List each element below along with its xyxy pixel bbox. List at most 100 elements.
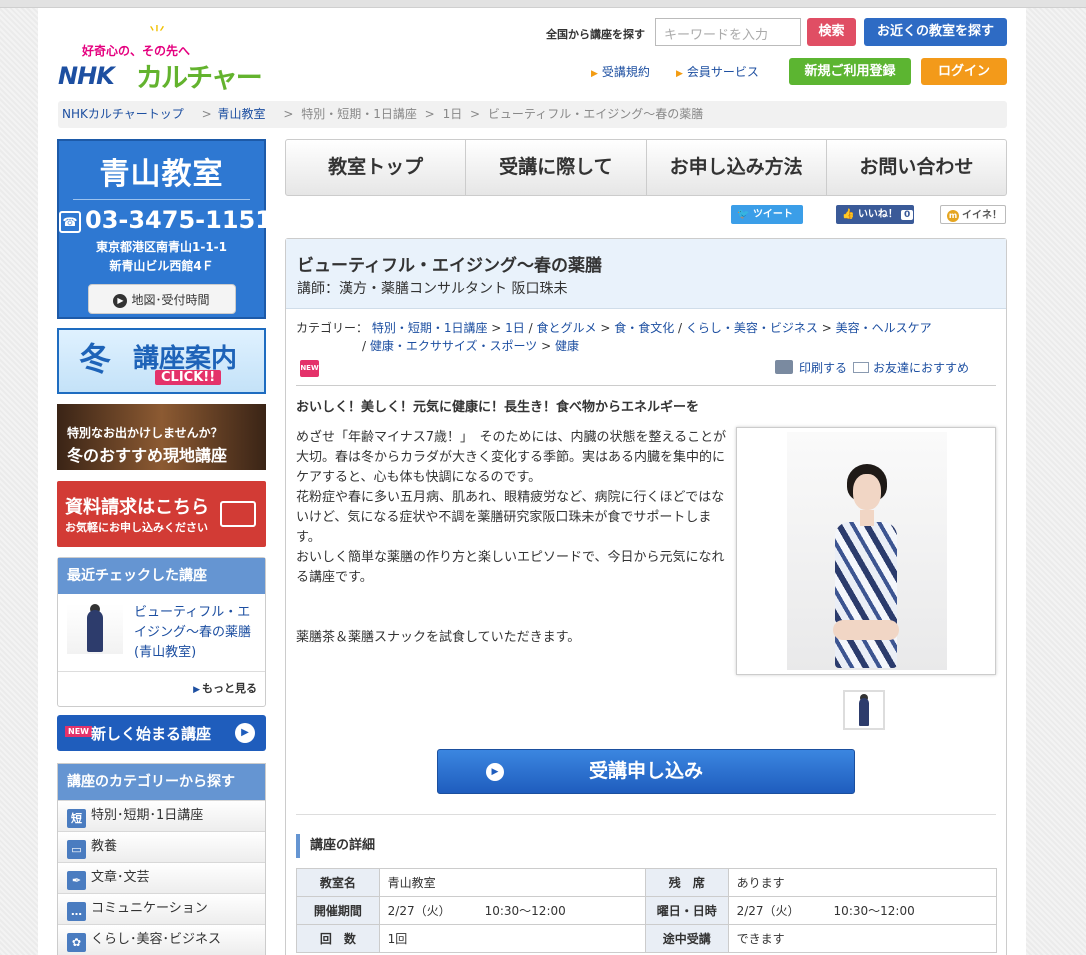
category-link[interactable]: 特別・短期・1日講座 [372,321,488,335]
apply-button[interactable]: ▶ 受講申し込み [437,749,855,794]
description-paragraph: めざせ「年齢マイナス7歳！」 そのためには、内臓の状態を整えることが大切。春は冬… [296,430,727,485]
table-value: 2/27（火） 10:30～12:00 [378,896,646,925]
recent-course-thumbnail[interactable] [67,604,123,654]
tweet-button[interactable]: 🐦 ツイート [731,205,803,224]
trip-banner-line1: 特別なお出かけしませんか？ [67,426,223,440]
address-line: 新青山ビル西館4Ｆ [109,259,214,273]
map-hours-button[interactable]: ▶ 地図･受付時間 [87,284,236,314]
table-key: 教室名 [296,868,380,897]
category-item[interactable]: 短特別･短期･1日講座 [58,800,265,831]
iine-label: イイネ！ [962,210,1002,221]
breadcrumb-item: 1日 [442,107,463,121]
day-time: 10:30～12:00 [833,904,915,918]
winter-courses-banner[interactable]: 冬 講座案内 CLICK!! [57,328,266,394]
new-courses-label: 新しく始まる講座 [91,725,212,743]
divider [296,814,996,815]
find-nearby-button[interactable]: お近くの教室を探す [864,18,1007,46]
category-link[interactable]: 美容・ヘルスケア [836,321,932,335]
category-label: くらし･美容･ビジネス [91,932,222,947]
period-time: 10:30～12:00 [484,904,566,918]
photo-dress [835,522,897,668]
description-paragraph: 花粉症や春に多い五月病、肌あれ、眼精疲労など、病院に行くほどではないけど、気にな… [296,490,725,545]
table-row: 開催期間 2/27（火） 10:30～12:00 曜日・日時 2/27（火） 10:… [296,896,998,925]
login-button[interactable]: ログイン [921,58,1007,85]
triangle-icon: ▶ [193,685,200,695]
logo-culture: カルチャー [136,63,263,94]
table-row: 回 数 1回 途中受講 できます [296,924,998,953]
recommend-link[interactable]: お友達におすすめ [873,361,969,375]
address-line: 東京都港区南青山1-1-1 [95,240,227,254]
lecturer-photo[interactable] [736,427,996,675]
logo-nhk: NHK [58,62,115,90]
document-request-banner[interactable]: 資料請求はこちら お気軽にお申し込みください [57,481,266,547]
member-service-link[interactable]: ▶ 会員サービス [676,63,759,80]
school-phone: ☎ 03-3475-1151 [59,206,272,234]
table-key: 曜日・日時 [644,896,729,925]
photo-thumbnail[interactable] [843,690,885,730]
category-link[interactable]: 健康 [555,339,579,353]
breadcrumb-item[interactable]: NHKカルチャートップ [62,107,184,121]
member-service-link-label: 会員サービス [686,65,759,79]
tab-school-top[interactable]: 教室トップ [286,140,467,195]
school-nav: 教室トップ 受講に際して お申し込み方法 お問い合わせ [285,139,1007,196]
share-tools: 印刷する お友達におすすめ [775,359,969,376]
category-link[interactable]: くらし・美容・ビジネス [686,321,818,335]
doc-banner-line1: 資料請求はこちら [65,497,209,518]
category-item[interactable]: ▭ 教養 [58,831,265,862]
description-paragraph: おいしく簡単な薬膳の作り方と楽しいエピソードで、今日から元気になれる講座です。 [296,550,725,585]
table-value: 1回 [378,924,646,953]
terms-link[interactable]: ▶ 受講規約 [591,63,650,80]
breadcrumb-current: ビューティフル・エイジング～春の薬膳 [487,107,704,121]
category-icon: ✿ [67,933,86,952]
category-item[interactable]: ✿ くらし･美容･ビジネス [58,924,265,955]
table-key: 回 数 [296,924,380,953]
recently-viewed-box: 最近チェックした講座 ビューティフル・エイジング～春の薬膳(青山教室) ▶ もっと… [57,557,266,707]
play-icon: ▶ [486,763,504,781]
category-link[interactable]: 1日 [505,321,525,335]
print-link[interactable]: 印刷する [799,361,847,375]
field-trip-banner[interactable]: 特別なお出かけしませんか？ 冬のおすすめ現地講座 [57,404,266,470]
course-lecturer: 講師：漢方・薬膳コンサルタント 阪口珠未 [297,281,568,297]
terms-link-label: 受講規約 [601,65,650,79]
triangle-icon: ▶ [676,69,683,79]
iine-button[interactable]: m イイネ！ [940,205,1006,224]
category-link[interactable]: 食とグルメ [536,321,596,335]
tab-contact[interactable]: お問い合わせ [827,140,1006,195]
register-button[interactable]: 新規ご利用登録 [789,58,911,85]
category-link[interactable]: 健康・エクササイズ・スポーツ [370,339,537,353]
tab-guidelines[interactable]: 受講に際して [466,140,647,195]
school-name: 青山教室 [99,157,224,192]
category-label: コミュニケーション [91,901,208,916]
like-label: いいね！ [857,209,898,220]
table-key: 残 席 [644,868,729,897]
like-button[interactable]: 👍 いいね！ 0 [836,205,914,224]
new-courses-button[interactable]: NEW 新しく始まる講座 ▶ [57,715,266,751]
table-value: 青山教室 [378,868,646,897]
tab-how-to-apply[interactable]: お申し込み方法 [647,140,827,195]
description-paragraph: 薬膳茶＆薬膳スナックを試食していただきます。 [296,630,581,645]
map-hours-label: 地図･受付時間 [131,293,210,307]
table-row: 教室名 青山教室 残 席 あります [296,868,998,897]
table-key: 途中受講 [644,924,729,953]
thumb-figure [859,698,869,726]
category-item[interactable]: ✒ 文章･文芸 [58,862,265,893]
phone-icon: ☎ [59,211,81,233]
site-logo[interactable]: ⺌ 好奇心の、その先へ NHK カルチャー [58,16,273,96]
school-phone-number: 03-3475-1151 [85,206,272,234]
see-more-link[interactable]: ▶ もっと見る [58,671,265,696]
thumb-figure [87,610,103,652]
divider [73,199,250,200]
breadcrumb-separator: > [470,107,481,121]
category-link[interactable]: 食・食文化 [614,321,674,335]
breadcrumb-item[interactable]: 青山教室 [217,107,265,121]
apply-label: 受講申し込み [588,760,703,782]
like-count: 0 [900,210,914,220]
category-row-label: カテゴリー： [296,321,369,335]
search-button[interactable]: 検索 [807,18,856,46]
table-value: 2/27（火） 10:30～12:00 [727,896,998,925]
book-icon [220,501,256,527]
category-item[interactable]: … コミュニケーション [58,893,265,924]
recent-course-link[interactable]: ビューティフル・エイジング～春の薬膳(青山教室) [134,603,260,663]
search-input[interactable]: キーワードを入力 [655,18,801,46]
search-label: 全国から講座を探す [546,28,645,41]
